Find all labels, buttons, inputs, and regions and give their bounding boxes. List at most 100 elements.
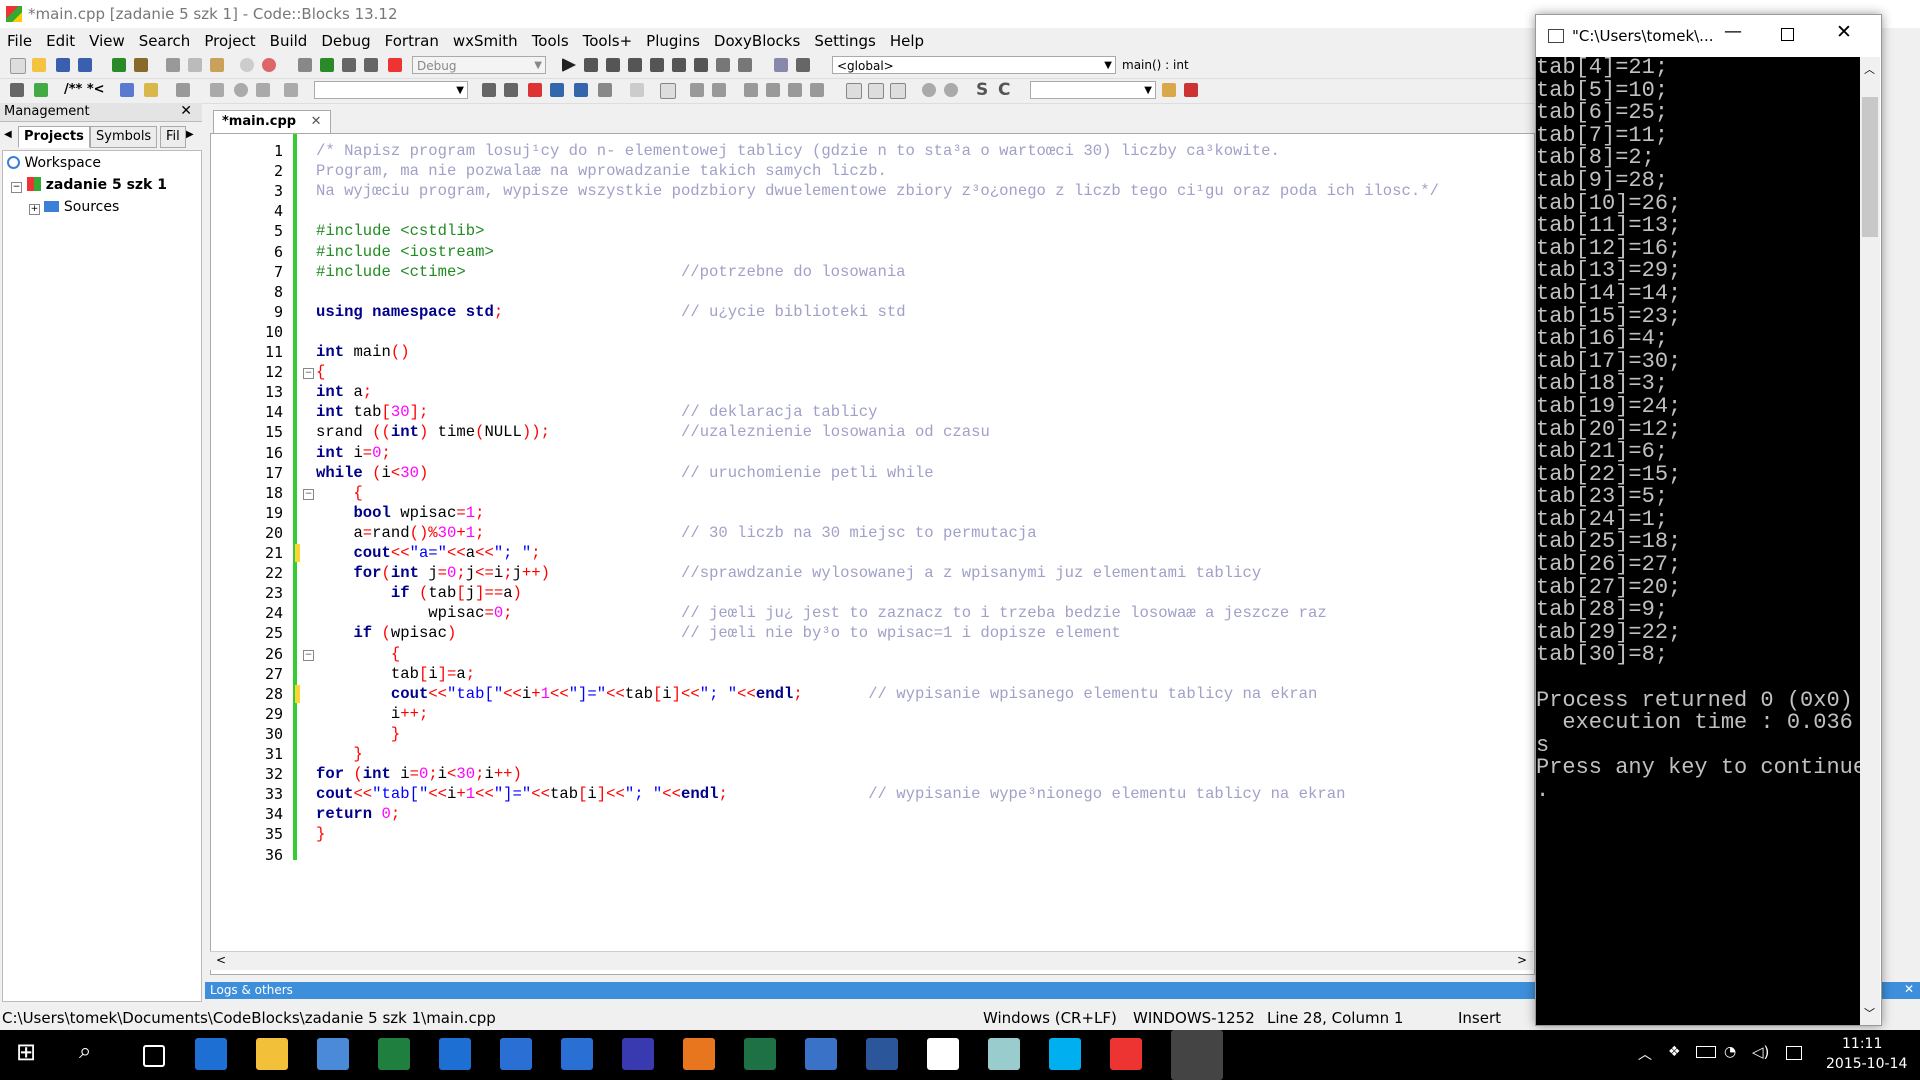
debug-windows-icon[interactable] [774,58,788,72]
code-line[interactable]: wpisac=0; // jeœli ju¿ jest to zaznacz t… [316,604,1326,622]
scroll-left-icon[interactable]: < [216,953,226,967]
extract-docs-icon[interactable] [120,83,134,97]
wx-text-icon[interactable] [766,83,780,97]
scope-select[interactable]: <global> ▼ [832,56,1116,74]
debug-continue-icon[interactable] [562,58,576,72]
bookmark-icon[interactable] [234,83,248,97]
code-line[interactable]: int tab[30]; // deklaracja tablicy [316,403,878,421]
replace-icon[interactable] [262,58,276,72]
control-panel-icon[interactable] [317,1038,349,1070]
zoom-out-icon[interactable] [944,83,958,97]
undo-icon[interactable] [112,58,126,72]
jump-back-icon[interactable] [210,83,224,97]
regex-search-icon[interactable] [598,83,612,97]
doxy-run-icon[interactable] [34,83,48,97]
close-console-icon[interactable]: ✕ [1836,21,1852,43]
code-line[interactable]: bool wpisac=1; [316,504,484,522]
wx-sizer-icon[interactable] [712,83,726,97]
menu-fortran[interactable]: Fortran [378,28,446,54]
close-logs-icon[interactable]: ✕ [1904,982,1914,996]
pause-icon[interactable] [716,58,730,72]
code-line[interactable]: Program, ma nie pozwalaæ na wprowadzanie… [316,162,887,180]
open-file-icon[interactable] [32,58,46,72]
code-line[interactable]: cout<<"tab["<<i+1<<"]="<<tab[i]<<"; "<<e… [316,785,1345,803]
fold-toggle-icon[interactable]: − [303,368,314,380]
task-view-icon[interactable] [143,1045,165,1067]
tray-dropbox-icon[interactable]: ❖ [1668,1044,1681,1060]
code-line[interactable]: cout<<"tab["<<i+1<<"]="<<tab[i]<<"; "<<e… [316,685,1318,703]
menu-edit[interactable]: Edit [39,28,82,54]
mail-icon[interactable] [439,1038,471,1070]
menu-build[interactable]: Build [263,28,315,54]
notifications-icon[interactable] [1786,1046,1802,1060]
horizontal-scrollbar[interactable]: < > [210,951,1533,970]
save-icon[interactable] [622,1038,654,1070]
menu-settings[interactable]: Settings [807,28,883,54]
run-to-cursor-icon[interactable] [584,58,598,72]
skype-icon[interactable] [1049,1038,1081,1070]
fold-toggle-icon[interactable]: − [303,649,314,661]
find-next-icon[interactable] [504,83,518,97]
code-line[interactable]: tab[i]=a; [316,665,475,683]
find-prev-icon[interactable] [482,83,496,97]
tab-scroll-left-icon[interactable]: ◀ [4,129,12,140]
collapse-icon[interactable]: − [11,182,22,193]
expand-icon[interactable]: + [29,204,40,215]
tree-item-workspace[interactable]: Workspace [7,155,101,171]
rebuild-icon[interactable] [364,58,378,72]
wx-button-icon[interactable] [744,83,758,97]
code-line[interactable]: int i=0; [316,444,391,462]
code-line[interactable]: { [316,484,362,502]
c-letter-icon[interactable]: C [998,80,1010,100]
battery-icon[interactable] [1696,1046,1716,1058]
step-into-icon[interactable] [628,58,642,72]
thunderbird-icon[interactable] [805,1038,837,1070]
fold-toggle-icon[interactable]: − [303,488,314,500]
wx-grid-icon[interactable] [868,83,884,99]
pointer-icon[interactable] [630,83,644,97]
files-icon[interactable] [988,1038,1020,1070]
code-line[interactable]: cout<<"a="<<a<<"; "; [316,544,540,562]
code-line[interactable]: #include <ctime> //potrzebne do losowani… [316,263,906,281]
clock-date[interactable]: 2015-10-14 [1826,1056,1907,1072]
tab-files[interactable]: Fil [160,126,186,148]
firefox-icon[interactable] [683,1038,715,1070]
build-run-icon[interactable] [342,58,356,72]
code-line[interactable]: int main() [316,343,410,361]
remote-desktop-icon[interactable] [500,1038,532,1070]
run-icon[interactable] [320,58,334,72]
menu-file[interactable]: File [0,28,39,54]
code-line[interactable]: for (int i=0;i<30;i++) [316,765,522,783]
stop-debug-icon[interactable] [738,58,752,72]
code-line[interactable]: } [316,825,325,843]
code-editor[interactable]: 1 2 3 4 5 6 7 8 9 10 11 12 13 14 15 16 17 18 19 20 21 22 23 24 2… [210,133,1535,975]
jump-forward-icon[interactable] [256,83,270,97]
code-line[interactable]: for(int j=0;j<=i;j++) //sprawdzanie wylo… [316,564,1261,582]
menu-view[interactable]: View [82,28,132,54]
select-icon[interactable] [550,83,564,97]
code-line[interactable]: a=rand()%30+1; // 30 liczb na 30 miejsc … [316,524,1036,542]
scroll-down-icon[interactable]: ﹀ [1864,1005,1875,1021]
minimize-icon[interactable]: — [1724,21,1742,42]
abort-icon[interactable] [388,58,402,72]
next-instruction-icon[interactable] [672,58,686,72]
search-icon[interactable]: ⌕ [73,1038,105,1070]
debug-info-icon[interactable] [796,58,810,72]
doxyblocks-icon[interactable] [10,83,24,97]
network-icon[interactable] [561,1038,593,1070]
menu-search[interactable]: Search [132,28,198,54]
file-explorer-icon[interactable] [256,1038,288,1070]
menu-plugins[interactable]: Plugins [639,28,707,54]
wrench-icon[interactable] [1184,83,1198,97]
menu-tools[interactable]: Tools [525,28,576,54]
menu-wxsmith[interactable]: wxSmith [446,28,525,54]
code-line[interactable]: { [316,645,400,663]
excel-icon[interactable] [744,1038,776,1070]
tab-projects[interactable]: Projects [18,126,90,148]
wx-panel-icon[interactable] [690,83,704,97]
wx-box-icon[interactable] [846,83,862,99]
code-line[interactable]: using namespace std; // u¿ycie bibliotek… [316,303,906,321]
maximize-icon[interactable] [1781,28,1794,41]
wx-list-icon[interactable] [810,83,824,97]
code-line[interactable]: } [316,725,400,743]
